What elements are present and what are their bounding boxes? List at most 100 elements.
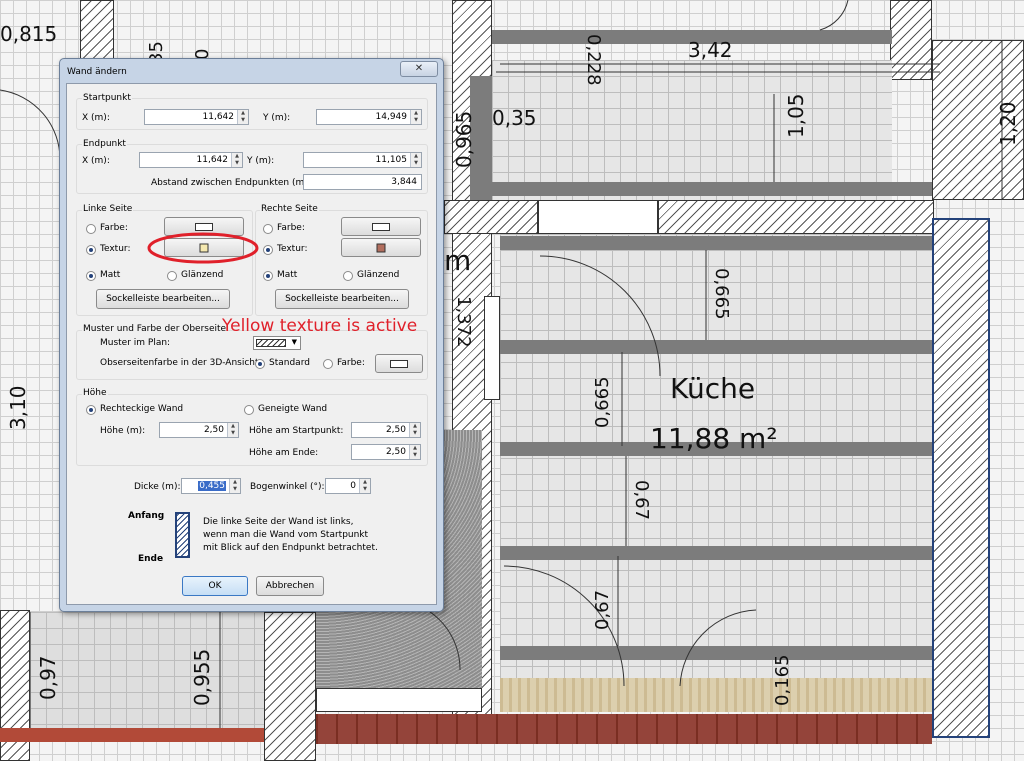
- right-matte-radio[interactable]: [263, 271, 273, 281]
- left-texture-radio[interactable]: [86, 245, 96, 255]
- right-baseboard-button[interactable]: Sockelleiste bearbeiten...: [275, 289, 409, 309]
- height-start-value: 2,50: [385, 425, 406, 435]
- height-input[interactable]: 2,50 ▲ ▼: [159, 422, 239, 438]
- top-color-label: Farbe:: [337, 358, 365, 368]
- end-y-label: Y (m):: [247, 156, 275, 166]
- left-glossy-radio[interactable]: [167, 271, 177, 281]
- height-value: 2,50: [203, 425, 224, 435]
- chevron-down-icon: ▼: [291, 338, 297, 346]
- spinner-icon[interactable]: ▲ ▼: [409, 423, 420, 437]
- texture-swatch-icon: [199, 243, 209, 252]
- end-word: Ende: [138, 554, 164, 564]
- color-swatch-icon: [195, 222, 213, 231]
- hatch-pattern-icon: [256, 339, 286, 347]
- ok-button[interactable]: OK: [182, 576, 248, 596]
- dimension-label: 0,955: [190, 648, 214, 706]
- left-texture-button[interactable]: [164, 238, 244, 257]
- sloped-wall-radio[interactable]: [244, 405, 254, 415]
- thickness-input[interactable]: 0,455 ▲ ▼: [181, 478, 241, 494]
- dimension-label: 3,10: [6, 385, 30, 430]
- right-texture-button[interactable]: [341, 238, 421, 257]
- dimension-label: 0,97: [36, 655, 60, 700]
- end-x-input[interactable]: 11,642 ▲ ▼: [139, 152, 243, 168]
- room-area: 11,88 m²: [650, 422, 778, 455]
- right-glossy-label: Glänzend: [357, 270, 400, 280]
- sloped-wall-label: Geneigte Wand: [258, 404, 328, 414]
- spinner-icon[interactable]: ▲ ▼: [410, 153, 421, 167]
- right-color-button[interactable]: [341, 217, 421, 236]
- close-button[interactable]: ✕: [400, 61, 438, 77]
- height-end-label: Höhe am Ende:: [249, 448, 319, 458]
- texture-swatch-icon: [376, 243, 386, 252]
- dimension-label: 0,815: [0, 22, 58, 46]
- right-texture-label: Textur:: [277, 244, 308, 254]
- left-color-radio[interactable]: [86, 224, 96, 234]
- start-group-title: Startpunkt: [82, 93, 132, 103]
- left-baseboard-button[interactable]: Sockelleiste bearbeiten...: [96, 289, 230, 309]
- arc-angle-label: Bogenwinkel (°):: [250, 482, 325, 492]
- start-y-input[interactable]: 14,949 ▲ ▼: [316, 109, 422, 125]
- height-start-label: Höhe am Startpunkt:: [249, 426, 344, 436]
- start-x-input[interactable]: 11,642 ▲ ▼: [144, 109, 249, 125]
- info-line-3: mit Blick auf den Endpunkt betrachtet.: [203, 543, 378, 553]
- end-y-input[interactable]: 11,105 ▲ ▼: [303, 152, 422, 168]
- spinner-icon[interactable]: ▲ ▼: [231, 153, 242, 167]
- pattern-dropdown[interactable]: ▼: [253, 336, 301, 350]
- start-x-label: X (m):: [82, 113, 110, 123]
- spinner-icon[interactable]: ▲ ▼: [410, 110, 421, 124]
- room-name: Küche: [670, 372, 756, 405]
- room-name-partial: m: [444, 244, 472, 277]
- dimension-label: 1,372: [453, 296, 474, 348]
- right-side-title: Rechte Seite: [260, 204, 319, 214]
- end-x-label: X (m):: [82, 156, 110, 166]
- dimension-label: 0,665: [711, 268, 732, 320]
- end-x-value: 11,642: [196, 155, 229, 165]
- dimension-label: 0,165: [772, 654, 793, 706]
- pattern-label: Muster im Plan:: [100, 338, 171, 348]
- spinner-icon[interactable]: ▲ ▼: [359, 479, 370, 493]
- height-group-title: Höhe: [82, 388, 108, 398]
- distance-value: 3,844: [391, 177, 417, 187]
- dialog-title: Wand ändern: [67, 67, 127, 77]
- height-label: Höhe (m):: [100, 426, 146, 436]
- left-color-button[interactable]: [164, 217, 244, 236]
- top-color-button[interactable]: [375, 354, 423, 373]
- dialog-body: Startpunkt X (m): 11,642 ▲ ▼ Y (m): 14,949…: [66, 83, 437, 605]
- right-texture-radio[interactable]: [263, 245, 273, 255]
- thickness-value: 0,455: [198, 481, 226, 491]
- right-color-label: Farbe:: [277, 223, 305, 233]
- left-matte-radio[interactable]: [86, 271, 96, 281]
- dimension-label: 0,67: [631, 480, 652, 521]
- distance-input[interactable]: 3,844: [303, 174, 422, 190]
- arc-angle-input[interactable]: 0 ▲ ▼: [325, 478, 371, 494]
- spinner-icon[interactable]: ▲ ▼: [227, 423, 238, 437]
- left-texture-label: Textur:: [100, 244, 131, 254]
- dimension-label: 1,05: [784, 93, 808, 138]
- spinner-icon[interactable]: ▲ ▼: [409, 445, 420, 459]
- color-swatch-icon: [390, 359, 408, 368]
- start-word: Anfang: [128, 511, 165, 521]
- top-color-3d-label: Obserseitenfarbe in der 3D-Ansicht:: [100, 358, 262, 368]
- end-y-value: 11,105: [375, 155, 408, 165]
- top-color-radio[interactable]: [323, 359, 333, 369]
- top-group-title: Muster und Farbe der Oberseite: [82, 324, 228, 334]
- top-standard-radio[interactable]: [255, 359, 265, 369]
- right-color-radio[interactable]: [263, 224, 273, 234]
- dimension-label: 0,965: [452, 110, 476, 168]
- height-end-input[interactable]: 2,50 ▲ ▼: [351, 444, 421, 460]
- rect-wall-radio[interactable]: [86, 405, 96, 415]
- dimension-label: 3,42: [688, 38, 733, 62]
- start-y-value: 14,949: [375, 112, 408, 122]
- cancel-button[interactable]: Abbrechen: [256, 576, 324, 596]
- height-start-input[interactable]: 2,50 ▲ ▼: [351, 422, 421, 438]
- right-matte-label: Matt: [277, 270, 298, 280]
- dimension-label: 0,665: [592, 376, 613, 428]
- left-color-label: Farbe:: [100, 223, 128, 233]
- spinner-icon[interactable]: ▲ ▼: [237, 110, 248, 124]
- distance-label: Abstand zwischen Endpunkten (m):: [151, 178, 311, 188]
- spinner-icon[interactable]: ▲ ▼: [229, 479, 240, 493]
- right-glossy-radio[interactable]: [343, 271, 353, 281]
- left-glossy-label: Glänzend: [181, 270, 224, 280]
- thickness-label: Dicke (m):: [134, 482, 181, 492]
- height-end-value: 2,50: [385, 447, 406, 457]
